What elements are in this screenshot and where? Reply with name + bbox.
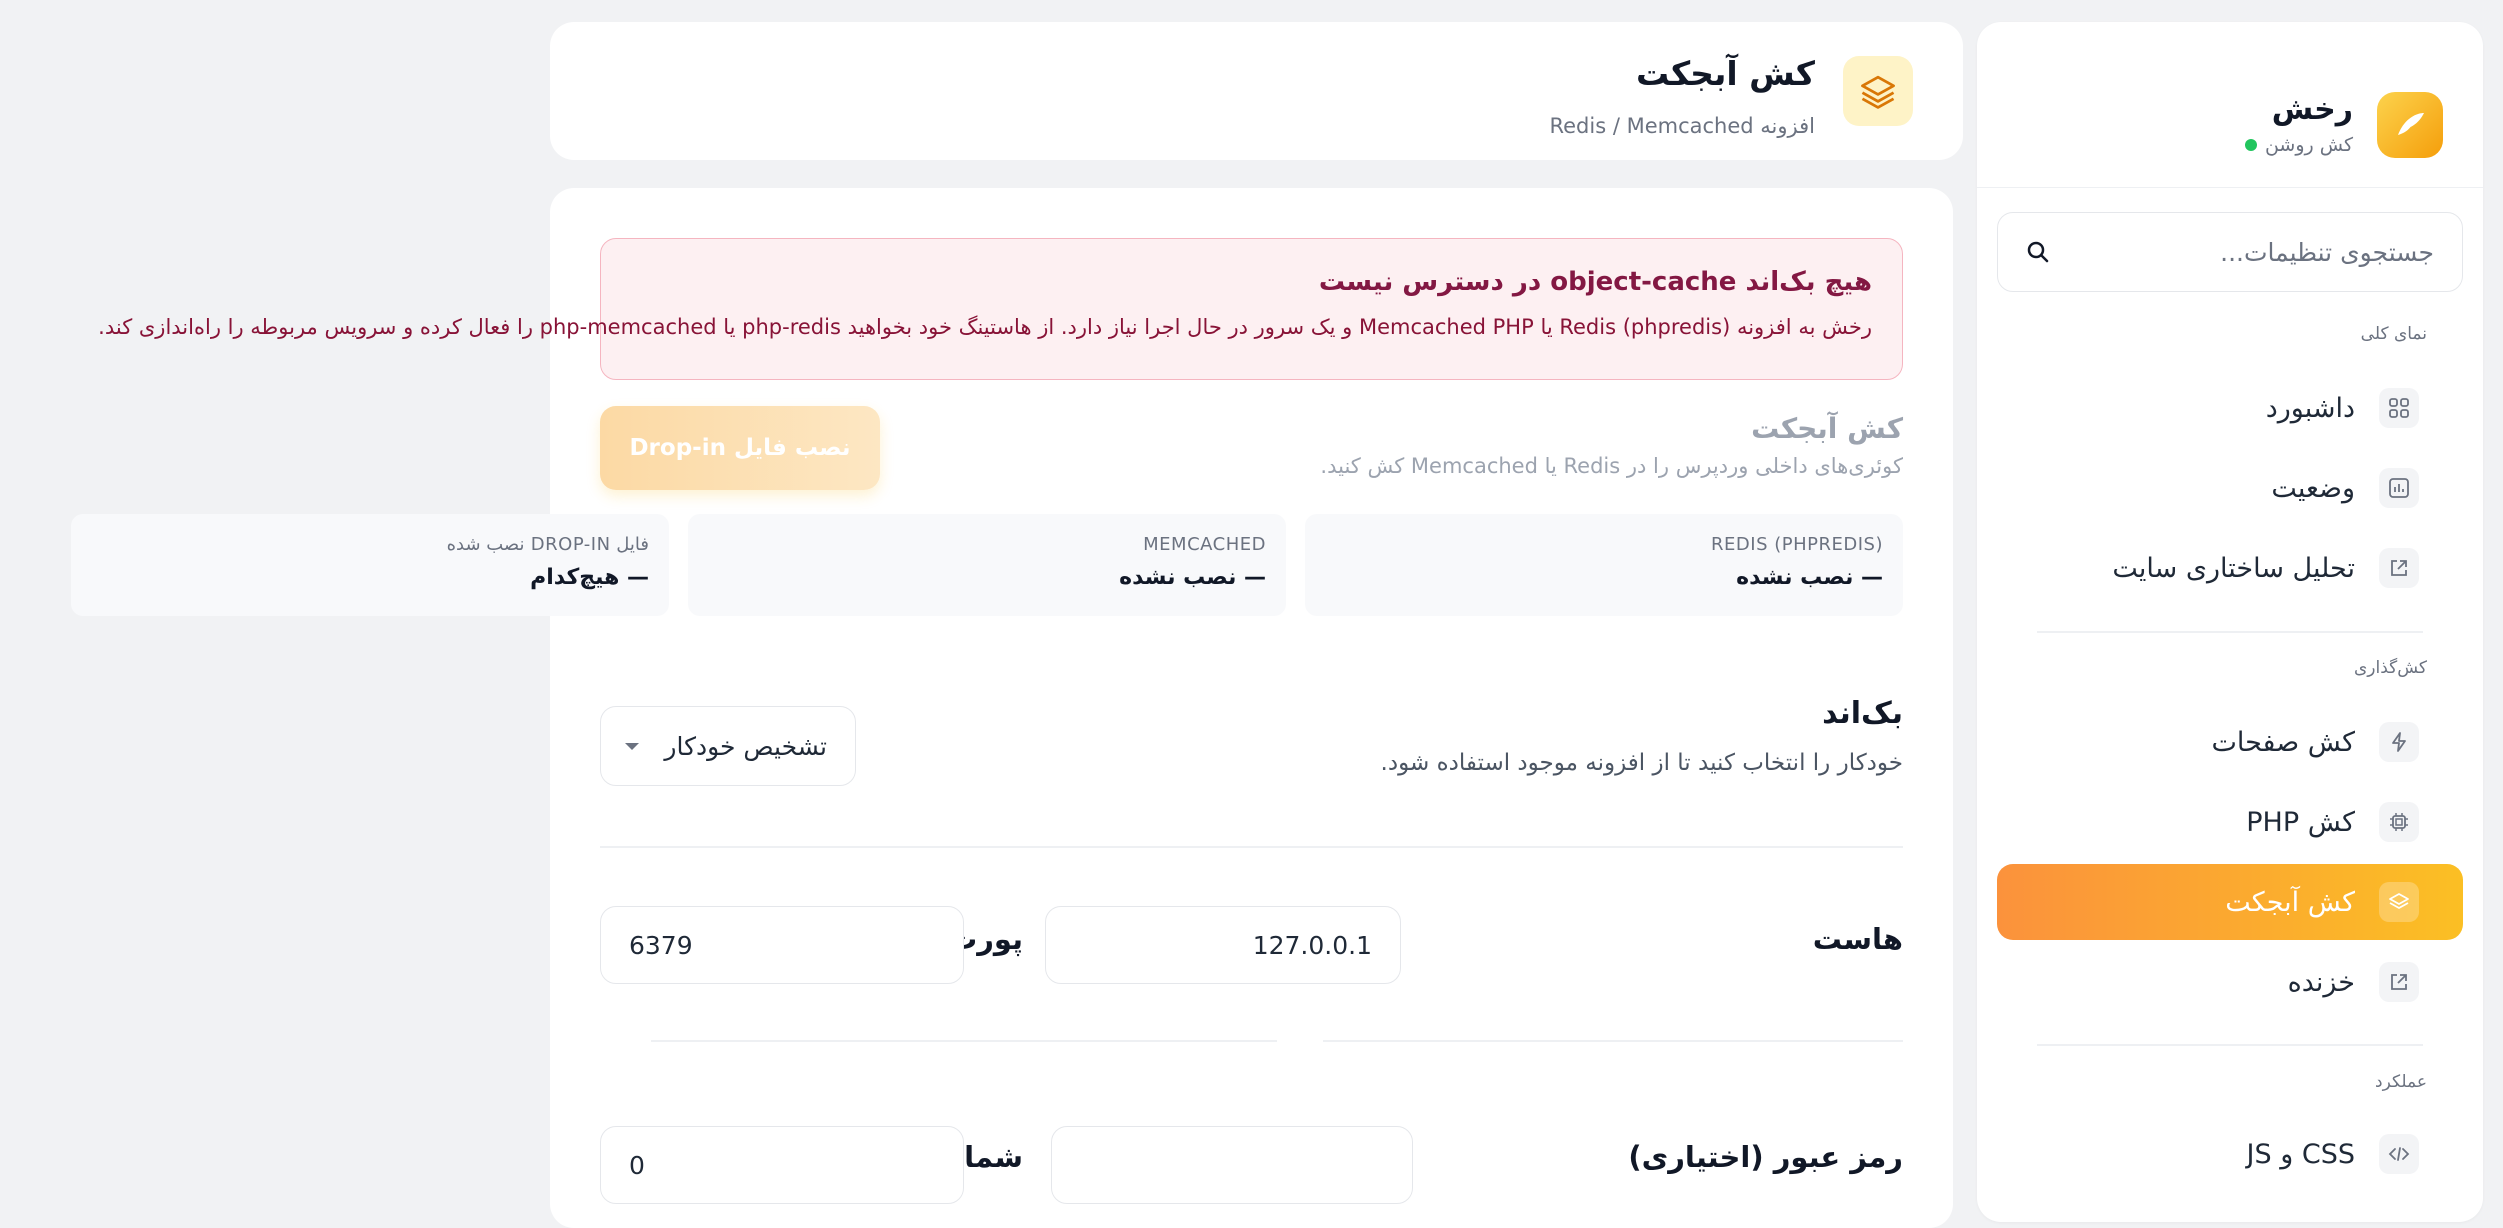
layers-icon [1843,56,1913,126]
layers-icon [2379,882,2419,922]
sidebar-separator [2037,1044,2423,1046]
sidebar-item-label: کش صفحات [2211,726,2355,758]
error-alert: هیچ بک‌اند object-cache در دسترس نیست رخ… [98,238,1903,380]
sidebar-item-css-js[interactable]: CSS و JS [1997,1116,2463,1192]
search-icon[interactable] [2024,238,2052,266]
stat-label: فایل DROP-IN نصب شده [446,534,649,555]
stat-label: REDIS (PHPREDIS) [1711,534,1883,555]
section-label-caching: کش‌گذاری [2353,658,2427,678]
sidebar-divider [1977,187,2483,188]
section-label-overview: نمای کلی [2360,324,2427,344]
sidebar-item-object-cache[interactable]: کش آبجکت [1997,864,2463,940]
external-link-icon [2379,962,2419,1002]
section-label-performance: عملکرد [2375,1072,2427,1092]
port-input[interactable]: 6379 [600,906,964,984]
alert-body: رخش به افزونه Redis (phpredis) یا Memcac… [98,315,1872,339]
chart-icon [2379,468,2419,508]
sidebar: رخش کش روشن نمای کلی داشبورد وضعیت تحلیل… [1977,22,2483,1222]
sidebar-item-label: کش PHP [2246,806,2355,838]
brand-title: رخش [2271,92,2353,127]
stat-value: — نصب نشده [1119,565,1266,590]
backend-select[interactable]: تشخیص خودکار [600,706,856,786]
alert-title: هیچ بک‌اند object-cache در دسترس نیست [1318,267,1872,297]
sidebar-item-crawler[interactable]: خزنده [1997,944,2463,1020]
search-box[interactable] [1997,212,2463,292]
stat-dropin: فایل DROP-IN نصب شده — هیچ‌کدام [71,514,669,616]
stat-memcached: MEMCACHED — نصب نشده [688,514,1286,616]
grid-icon [2379,388,2419,428]
brand-logo [2377,92,2443,158]
sidebar-separator [2037,631,2423,633]
sidebar-item-site-analysis[interactable]: تحلیل ساختاری سایت [1997,530,2463,606]
brand-status: کش روشن [2244,134,2353,156]
main-content: هیچ بک‌اند object-cache در دسترس نیست رخ… [98,188,1953,1228]
page-header: کش آبجکت افزونه Redis / Memcached [550,22,1963,160]
status-dot-icon [2244,139,2257,151]
page-subtitle: افزونه Redis / Memcached [1549,114,1815,138]
backend-select-value: تشخیص خودکار [664,731,827,761]
brand: رخش کش روشن [2017,72,2443,162]
external-link-icon [2379,548,2419,588]
status-text: کش روشن [2264,134,2353,156]
section-description: کوئری‌های داخلی وردپرس را در Redis یا Me… [1320,454,1903,478]
install-dropin-button[interactable]: نصب فایل Drop-in [600,406,880,490]
divider [600,846,1903,848]
cpu-icon [2379,802,2419,842]
sidebar-item-php-cache[interactable]: کش PHP [1997,784,2463,860]
sidebar-item-label: وضعیت [2271,472,2355,504]
stat-redis: REDIS (PHPREDIS) — نصب نشده [1305,514,1903,616]
sidebar-item-label: خزنده [2287,966,2355,998]
sidebar-item-page-cache[interactable]: کش صفحات [1997,704,2463,780]
backend-title: بک‌اند [1822,696,1903,731]
divider [651,1040,1277,1042]
redis-db-input[interactable]: 0 [600,1126,964,1204]
search-input[interactable] [2052,236,2436,268]
sidebar-item-label: تحلیل ساختاری سایت [2112,552,2355,584]
sidebar-item-label: CSS و JS [2246,1138,2355,1170]
backend-description: خودکار را انتخاب کنید تا از افزونه موجود… [1380,750,1903,776]
stat-label: MEMCACHED [1143,534,1266,555]
code-icon [2379,1134,2419,1174]
host-input[interactable]: 127.0.0.1 [1045,906,1401,984]
divider [1323,1040,1903,1042]
feather-icon [2398,113,2424,135]
password-input[interactable] [1051,1126,1413,1204]
section-title: کش آبجکت [1751,412,1903,445]
sidebar-item-status[interactable]: وضعیت [1997,450,2463,526]
bolt-icon [2379,722,2419,762]
sidebar-item-dashboard[interactable]: داشبورد [1997,370,2463,446]
stat-value: — هیچ‌کدام [530,565,649,590]
chevron-down-icon [625,742,639,750]
sidebar-item-label: داشبورد [2265,392,2355,424]
host-label: هاست [1812,922,1903,956]
stat-value: — نصب نشده [1736,565,1883,590]
password-label: رمز عبور (اختیاری) [1628,1140,1903,1174]
sidebar-item-label: کش آبجکت [2225,886,2355,918]
page-title: کش آبجکت [1636,54,1815,93]
